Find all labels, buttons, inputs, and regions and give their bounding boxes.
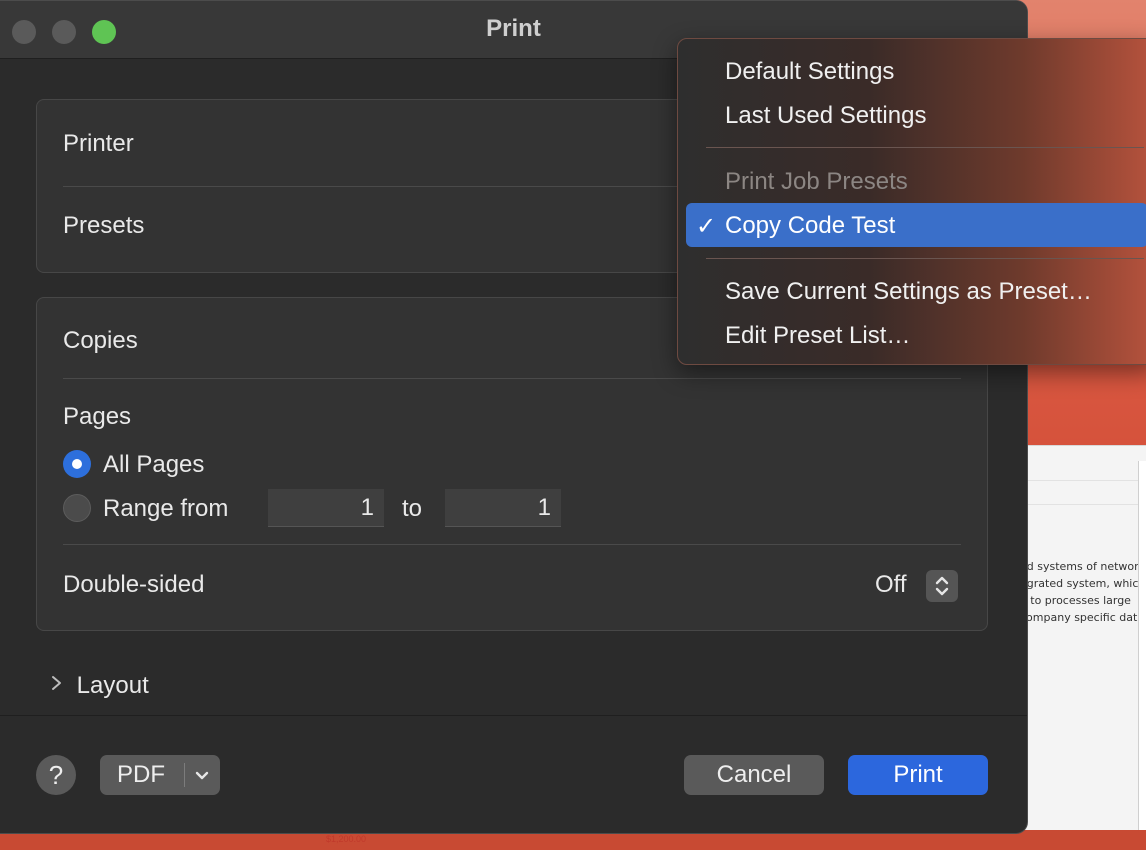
menu-section-print-job-presets: Print Job Presets — [725, 168, 908, 195]
document-price-text: $1,200.00 — [326, 834, 367, 844]
all-pages-label[interactable]: All Pages — [103, 451, 204, 479]
range-radio[interactable] — [63, 494, 91, 522]
double-sided-stepper[interactable] — [926, 570, 958, 602]
range-from-label[interactable]: Range from — [103, 495, 228, 523]
layout-label: Layout — [76, 672, 149, 699]
document-text-line: ed systems of networ — [1020, 560, 1139, 573]
presets-label: Presets — [63, 212, 145, 239]
copies-label: Copies — [63, 327, 138, 354]
footer-divider — [0, 715, 1027, 716]
range-from-field[interactable]: 1 — [268, 489, 384, 527]
document-text-line: company specific dat — [1020, 611, 1138, 624]
help-button[interactable]: ? — [36, 755, 76, 795]
divider — [63, 378, 961, 379]
pdf-menu-button[interactable]: PDF — [100, 755, 220, 795]
pdf-label: PDF — [117, 761, 165, 788]
print-button[interactable]: Print — [848, 755, 988, 795]
up-down-chevron-icon — [935, 576, 949, 596]
document-rule — [1020, 504, 1146, 505]
document-rule — [1020, 480, 1146, 481]
range-to-label: to — [402, 495, 423, 522]
pdf-button-separator — [184, 763, 185, 787]
menu-item-edit-preset-list[interactable]: Edit Preset List… — [725, 322, 910, 350]
chevron-right-icon — [50, 673, 70, 699]
divider — [63, 544, 961, 545]
document-text-line: egrated system, whic — [1020, 577, 1139, 590]
cancel-button[interactable]: Cancel — [684, 755, 824, 795]
menu-separator — [706, 147, 1144, 148]
pages-label: Pages — [63, 403, 132, 430]
layout-disclosure[interactable]: Layout — [50, 672, 149, 700]
menu-separator — [706, 258, 1144, 259]
double-sided-label: Double-sided — [63, 571, 205, 598]
document-page-edge — [1138, 461, 1146, 850]
range-to-field[interactable]: 1 — [445, 489, 561, 527]
chevron-down-icon[interactable] — [193, 765, 211, 793]
menu-item-save-preset[interactable]: Save Current Settings as Preset… — [725, 278, 1092, 306]
all-pages-radio[interactable] — [63, 450, 91, 478]
menu-item-copy-code-test-label[interactable]: Copy Code Test — [725, 212, 895, 240]
menu-item-last-used-settings[interactable]: Last Used Settings — [725, 102, 926, 130]
document-text-line: e to processes large — [1020, 594, 1131, 607]
double-sided-value[interactable]: Off — [875, 571, 907, 599]
menu-item-default-settings[interactable]: Default Settings — [725, 58, 894, 86]
presets-popup-menu: Default Settings Last Used Settings Prin… — [677, 38, 1146, 365]
checkmark-icon: ✓ — [696, 213, 717, 240]
printer-label: Printer — [63, 130, 134, 157]
